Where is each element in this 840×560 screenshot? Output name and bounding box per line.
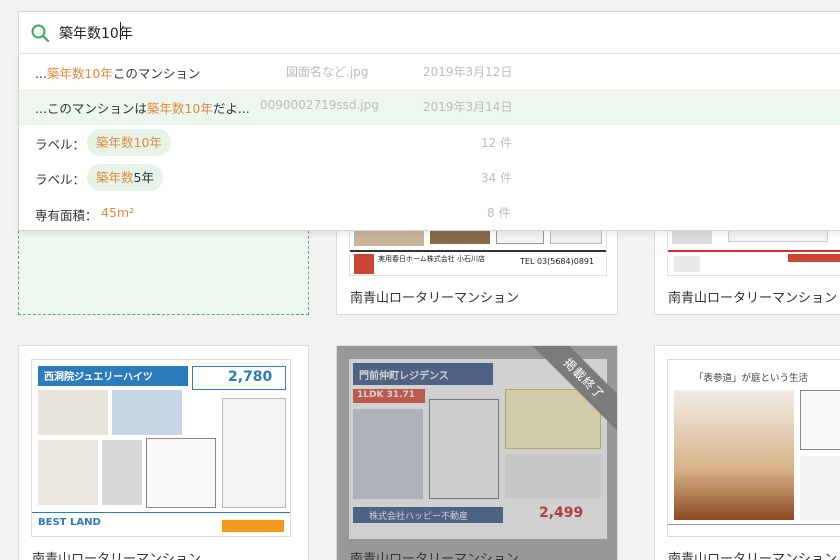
label-chip[interactable]: 築年数10年 (87, 129, 171, 156)
suggestion-row-highlighted[interactable]: ...このマンションは築年数10年だよ... 0090002719ssd.jpg… (19, 89, 840, 125)
label-chip[interactable]: 築年数5年 (87, 164, 163, 191)
property-card[interactable]: 西洞院ジュエリーハイツ 2,780 BEST LAND 南青山ロータリーマンショ… (18, 345, 309, 560)
card-title[interactable]: 南青山ロータリーマンション (668, 287, 837, 306)
property-card-ended[interactable]: 門前仲町レジデンス 1LDK 31.71 2,499 株式会社ハッピー不動産 掲… (336, 345, 618, 560)
label-suggestion-row[interactable]: ラベル： 築年数5年 34 件 (19, 160, 840, 196)
label-prefix: ラベル： (35, 172, 86, 187)
flyer-thumbnail: 西洞院ジュエリーハイツ 2,780 BEST LAND (31, 359, 291, 537)
result-count: 8 件 (487, 206, 511, 220)
flyer-brand-logo: BEST LAND (38, 517, 101, 528)
search-suggestions-dropdown: ...築年数10年このマンション 図面名など.jpg 2019年3月12日 ..… (18, 54, 840, 231)
area-suggestion-row[interactable]: 専有面積： 45m² 8 件 (19, 195, 840, 231)
result-count: 12 件 (481, 136, 513, 150)
text-caret (120, 22, 121, 40)
suggestion-filename: 0090002719ssd.jpg (260, 98, 379, 112)
area-prefix: 専有面積： (35, 208, 98, 223)
label-suggestion-row[interactable]: ラベル： 築年数10年 12 件 (19, 125, 840, 161)
search-icon (31, 24, 50, 43)
suggestion-text: ...築年数10年このマンション (35, 66, 201, 81)
flyer-thumbnail: 「表参道」が庭という生活 (667, 359, 840, 537)
match-highlight: 築年数10年 (46, 66, 113, 81)
result-count: 34 件 (481, 171, 513, 185)
suggestion-row[interactable]: ...築年数10年このマンション 図面名など.jpg 2019年3月12日 (19, 54, 840, 90)
search-input[interactable] (59, 21, 759, 45)
card-title[interactable]: 南青山ロータリーマンション (350, 287, 519, 306)
suggestion-text: ...このマンションは築年数10年だよ... (35, 101, 250, 116)
suggestion-filename: 図面名など.jpg (286, 65, 369, 79)
suggestion-date: 2019年3月12日 (423, 65, 513, 79)
property-card[interactable]: 「表参道」が庭という生活 南青山ロータリーマンション (654, 345, 840, 560)
flyer-price: 2,780 (228, 369, 273, 385)
flyer-building-name: 西洞院ジュエリーハイツ (44, 372, 153, 383)
search-bar[interactable] (18, 11, 840, 54)
suggestion-date: 2019年3月14日 (423, 100, 513, 114)
match-highlight: 築年数10年 (146, 101, 213, 116)
card-title[interactable]: 南青山ロータリーマンション (350, 548, 519, 560)
card-title[interactable]: 南青山ロータリーマンション (668, 548, 837, 560)
flyer-heading: 「表参道」が庭という生活 (694, 373, 809, 384)
label-prefix: ラベル： (35, 137, 86, 152)
card-title[interactable]: 南青山ロータリーマンション (32, 548, 201, 560)
flyer-tel-text: TEL 03(5684)0891 (520, 257, 595, 266)
area-value: 45m² (101, 205, 135, 220)
flyer-company-text: 実用春日ホーム株式会社 小石川店 (378, 255, 486, 263)
